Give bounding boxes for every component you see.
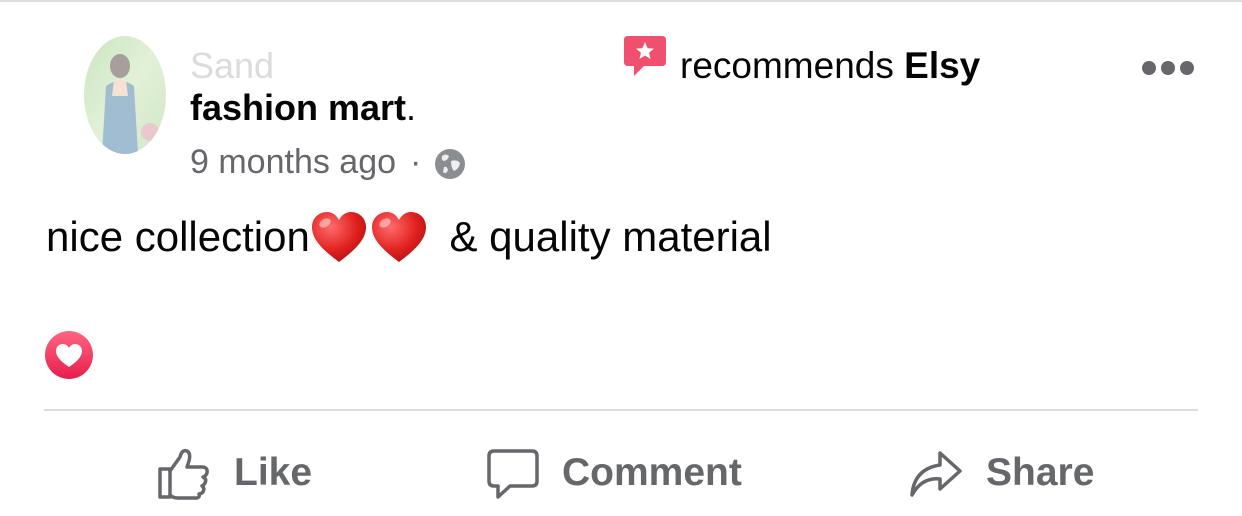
comment-label: Comment [562,451,742,494]
meta-separator: · [410,143,422,181]
heart-emoji-icon [371,212,426,262]
comment-button[interactable]: Comment [486,440,742,506]
page-name[interactable]: fashion mart. [190,86,416,130]
recommended-page-link[interactable]: Elsy [904,45,980,86]
thumbs-up-icon [158,448,209,500]
top-divider [0,0,1242,2]
more-dot [1142,61,1156,75]
author-name[interactable]: Sand [190,44,274,88]
comment-bubble-icon [487,449,539,499]
recommendation: recommends Elsy [622,34,980,88]
love-reaction-icon[interactable] [44,330,94,380]
like-button[interactable]: Like [156,440,312,506]
avatar[interactable] [84,36,166,154]
share-arrow-icon [910,451,962,497]
like-label: Like [234,451,313,494]
heart-emoji-icon [311,212,366,262]
timestamp[interactable]: 9 months ago [190,140,396,184]
page-name-text[interactable]: fashion mart [190,87,406,128]
share-button[interactable]: Share [908,440,1094,506]
more-dot [1161,61,1175,75]
more-dot [1180,61,1194,75]
post-meta: 9 months ago · [190,140,467,184]
globe-icon [433,147,467,181]
heart-emojis [310,210,430,264]
post-body: nice collection & quality material [46,210,772,264]
post-text-end: & quality material [437,213,772,260]
share-label: Share [986,451,1095,494]
recommend-text: recommends Elsy [680,44,980,88]
actions-divider [44,409,1198,411]
recommend-star-icon [622,34,668,82]
recommends-label: recommends [680,45,894,86]
post-text-start: nice collection [46,213,310,260]
page-name-suffix: . [406,87,417,128]
action-bar: Like Comment Share [0,440,1242,506]
more-options-icon[interactable] [1142,60,1194,76]
